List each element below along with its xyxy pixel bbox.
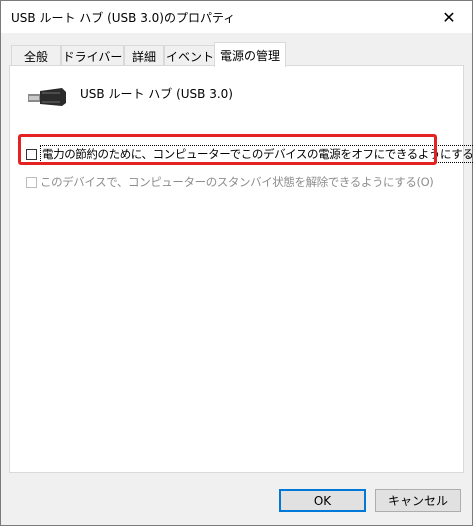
ok-button[interactable]: OK: [279, 489, 366, 512]
allow-wake-option: このデバイスで、コンピューターのスタンバイ状態を解除できるようにする(O): [26, 174, 434, 190]
tab-general[interactable]: 全般: [11, 45, 61, 66]
allow-wake-label: このデバイスで、コンピューターのスタンバイ状態を解除できるようにする(O): [40, 175, 434, 189]
window-title: USB ルート ハブ (USB 3.0)のプロパティ: [11, 11, 236, 25]
tab-panel-power-management: [9, 65, 464, 473]
properties-dialog: USB ルート ハブ (USB 3.0)のプロパティ ✕ 全般 ドライバー 詳細…: [0, 0, 473, 526]
allow-wake-checkbox: [26, 176, 37, 188]
tab-details[interactable]: 詳細: [124, 45, 164, 66]
close-icon: ✕: [442, 7, 456, 27]
usb-connector-icon: [28, 88, 66, 106]
tab-driver[interactable]: ドライバー: [61, 45, 124, 66]
annotation-highlight-box: [18, 134, 437, 165]
cancel-button[interactable]: キャンセル: [375, 489, 461, 512]
close-button[interactable]: ✕: [426, 1, 472, 33]
device-name: USB ルート ハブ (USB 3.0): [80, 87, 233, 101]
title-bar: USB ルート ハブ (USB 3.0)のプロパティ ✕: [1, 1, 472, 33]
tab-events[interactable]: イベント: [164, 45, 216, 66]
tab-power-management[interactable]: 電源の管理: [214, 42, 286, 67]
tab-strip: 全般 ドライバー 詳細 イベント 電源の管理: [9, 42, 465, 67]
